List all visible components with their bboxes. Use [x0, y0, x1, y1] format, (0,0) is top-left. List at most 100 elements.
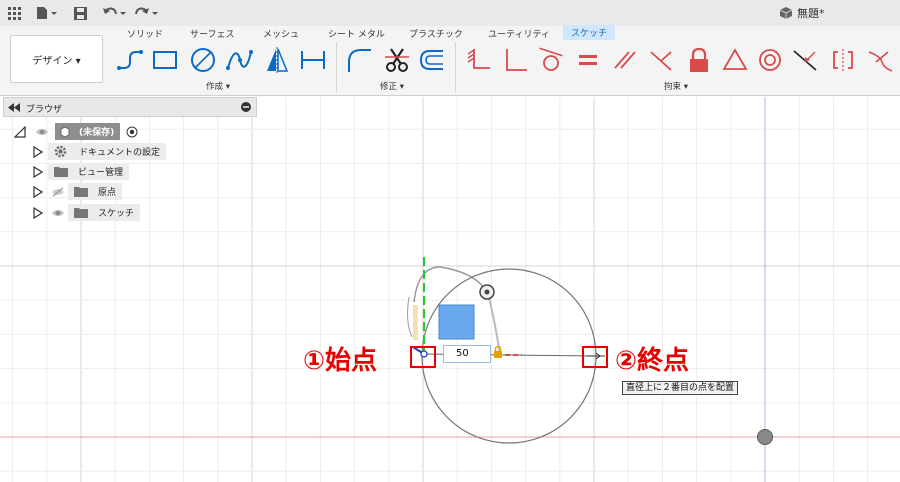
trim-tool-button[interactable] [382, 44, 412, 76]
group-create-label[interactable]: 作成 ▾ [206, 80, 230, 92]
browser-item-box: スケッチ [68, 204, 141, 221]
folder-icon [74, 187, 88, 197]
browser-item-sketches[interactable]: スケッチ [33, 204, 141, 221]
expand-triangle-icon[interactable] [14, 125, 26, 138]
root-component-label-box: (未保存) [55, 123, 121, 140]
root-component-label: (未保存) [79, 128, 115, 138]
curvature-icon [868, 51, 893, 72]
view-cube-face[interactable] [438, 304, 475, 340]
triangle-constraint-button[interactable] [720, 44, 750, 76]
dimension-tool-button[interactable] [298, 44, 328, 76]
collinear-icon [650, 51, 672, 71]
parallel-constraint-button[interactable] [610, 44, 640, 76]
tab-mesh[interactable]: メッシュ [263, 27, 299, 40]
tab-surface[interactable]: サーフェス [190, 27, 234, 40]
symmetry-icon [833, 49, 853, 71]
center-point-dot [484, 289, 490, 295]
tab-sketch[interactable]: スケッチ [563, 25, 616, 40]
expand-arrow-icon[interactable] [33, 145, 43, 158]
offset-tool-button[interactable] [416, 44, 446, 76]
visibility-eye-icon[interactable] [35, 127, 49, 137]
document-title[interactable]: 無題* [780, 5, 825, 21]
tab-plastic[interactable]: プラスチック [409, 27, 463, 40]
line-tool-button[interactable] [115, 44, 145, 76]
expand-arrow-icon[interactable] [33, 206, 43, 219]
lock-icon [690, 47, 708, 72]
perpendicular-icon [506, 49, 527, 71]
collinear-constraint-button[interactable] [646, 44, 676, 76]
minimize-panel-icon[interactable] [241, 102, 251, 112]
tab-utility[interactable]: ユーティリティ [488, 27, 550, 40]
rectangle-icon [153, 51, 177, 69]
collapse-panel-icon[interactable] [8, 103, 20, 112]
ribbon: ソリッド サーフェス メッシュ シート メタル プラスチック ユーティリティ ス… [0, 25, 900, 96]
tangent-icon [539, 47, 563, 71]
activate-radio-icon[interactable] [126, 126, 138, 138]
component-icon [60, 125, 70, 138]
apps-grid-icon[interactable] [4, 0, 24, 26]
expand-arrow-icon[interactable] [33, 165, 43, 178]
browser-item-document-settings[interactable]: ドキュメントの設定 [33, 143, 167, 160]
diameter-dimension-input[interactable]: 50 [443, 345, 491, 363]
triangle-icon [722, 48, 748, 70]
mirror-tool-button[interactable] [262, 44, 292, 76]
browser-item-origin[interactable]: 原点 [33, 183, 123, 200]
concentric-constraint-button[interactable] [755, 44, 785, 76]
browser-item-box: ドキュメントの設定 [48, 143, 167, 160]
arc-preview [407, 296, 413, 338]
browser-item-label: 原点 [98, 188, 117, 198]
visibility-eye-icon[interactable] [51, 208, 65, 218]
rectangle-tool-button[interactable] [150, 44, 180, 76]
cube-icon [780, 7, 792, 19]
save-icon[interactable] [70, 0, 90, 26]
circle-tool-button[interactable] [188, 44, 218, 76]
fix-constraint-button[interactable] [463, 44, 493, 76]
browser-item-label: ドキュメントの設定 [79, 148, 161, 158]
tab-solid[interactable]: ソリッド [127, 27, 163, 40]
fillet-icon [348, 49, 371, 72]
placement-hint-tooltip: 直径上に２番目の点を配置 [622, 381, 739, 395]
equal-icon [579, 55, 597, 65]
browser-item-box: 原点 [68, 183, 123, 200]
redo-icon[interactable] [132, 0, 160, 26]
spline-tool-button[interactable] [224, 44, 254, 76]
start-point-highlight-box [410, 346, 436, 368]
mirror-icon [267, 47, 289, 73]
folder-icon [74, 208, 88, 218]
workspace-label: デザイン ▾ [32, 55, 81, 67]
curvature-constraint-button[interactable] [865, 44, 895, 76]
midpoint-constraint-button[interactable] [790, 44, 820, 76]
undo-icon[interactable] [100, 0, 128, 26]
parallel-icon [614, 51, 636, 69]
gear-icon [54, 145, 67, 158]
spline-icon [226, 50, 253, 70]
equal-constraint-button[interactable] [573, 44, 603, 76]
group-modify-label[interactable]: 修正 ▾ [380, 80, 404, 92]
tab-sheet-metal[interactable]: シート メタル [328, 27, 385, 40]
perpendicular-constraint-button[interactable] [500, 44, 530, 76]
browser-item-label: スケッチ [98, 209, 135, 219]
symmetry-constraint-button[interactable] [828, 44, 858, 76]
lock-constraint-button[interactable] [684, 44, 714, 76]
group-constraints-label[interactable]: 拘束 ▾ [664, 80, 688, 92]
origin-point[interactable] [757, 429, 773, 445]
offset-icon [419, 50, 443, 70]
browser-panel-header: ブラウザ [3, 97, 257, 117]
tangent-constraint-button[interactable] [536, 44, 566, 76]
browser-root-row[interactable]: (未保存) [14, 123, 138, 140]
expand-arrow-icon[interactable] [33, 185, 43, 198]
browser-item-label: ビュー管理 [78, 168, 124, 178]
circle-icon [191, 48, 215, 72]
file-menu-icon[interactable] [34, 0, 60, 26]
hidden-eye-icon[interactable] [51, 186, 65, 197]
browser-item-view-management[interactable]: ビュー管理 [33, 163, 130, 180]
placement-hint-text: 直径上に２番目の点を配置 [626, 383, 735, 393]
browser-title: ブラウザ [26, 105, 63, 115]
document-title-text: 無題* [797, 7, 825, 20]
workspace-selector[interactable]: デザイン ▾ [10, 35, 103, 83]
dimension-icon [301, 51, 325, 69]
fillet-tool-button[interactable] [344, 44, 374, 76]
concentric-icon [759, 49, 781, 71]
ribbon-separator [455, 42, 456, 92]
ribbon-separator [336, 42, 337, 92]
